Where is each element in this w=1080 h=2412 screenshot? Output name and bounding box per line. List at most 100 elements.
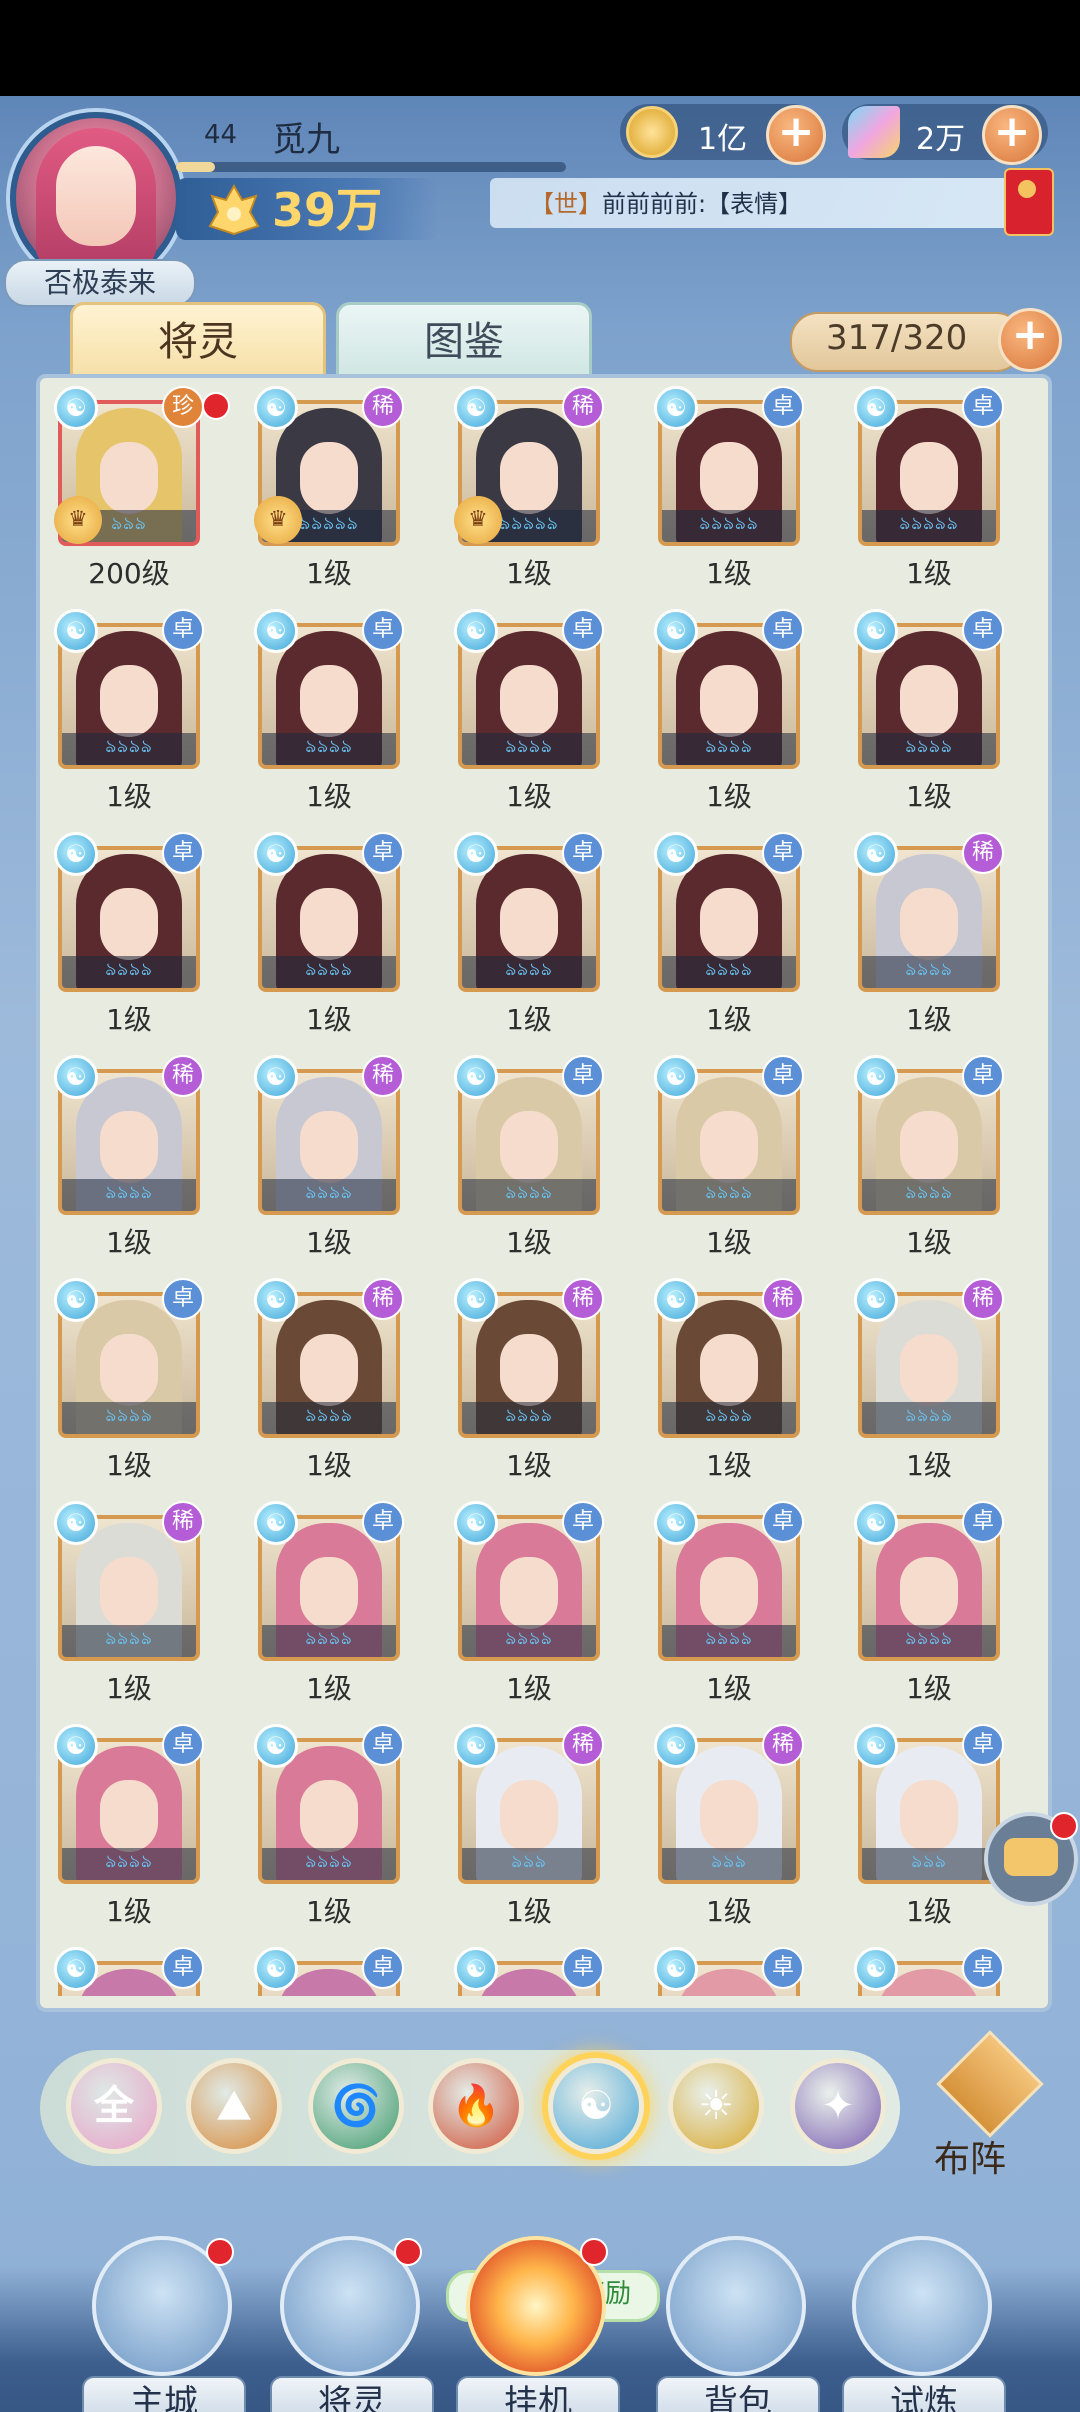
xp-bar: [176, 162, 566, 172]
filter-water-button[interactable]: ☯: [548, 2058, 644, 2154]
spirit-card[interactable]: ঌঌঌঌ ☯ 卓 1级: [54, 832, 204, 1042]
formation-button-label[interactable]: 布阵: [934, 2130, 1006, 2182]
water-element-icon: ☯: [654, 1724, 698, 1768]
portrait-face: [100, 1557, 158, 1629]
portrait-face: [300, 665, 358, 737]
rarity-badge: 卓: [962, 609, 1004, 651]
game-screen: 否极泰来 44 觅九 39万 1亿 + 2万 + 【世】前前前前:【表情】 将灵…: [0, 96, 1080, 2412]
spirit-card[interactable]: ☯ 卓: [254, 1947, 404, 1996]
spirit-card[interactable]: ঌঌঌ ☯ 稀 1级: [454, 1724, 604, 1934]
nav-spirits[interactable]: 将灵: [270, 2236, 434, 2412]
portrait-face: [500, 888, 558, 960]
spirit-card[interactable]: ঌঌঌঌ ☯ 卓 1级: [454, 832, 604, 1042]
spirit-card[interactable]: ঌঌঌঌ ☯ 卓 1级: [854, 1501, 1004, 1711]
rarity-badge: 稀: [562, 386, 604, 428]
spirit-card[interactable]: ঌঌঌঌ ☯ 卓 1级: [654, 832, 804, 1042]
spirit-level: 1级: [906, 1003, 952, 1036]
spirit-card[interactable]: ঌঌঌঌ ☯ 卓 1级: [54, 1278, 204, 1488]
rarity-badge: 卓: [762, 1947, 804, 1989]
spirit-card[interactable]: ঌঌঌঌ ☯ 稀 1级: [54, 1501, 204, 1711]
rarity-badge: 卓: [162, 832, 204, 874]
water-element-icon: ☯: [654, 1947, 698, 1991]
spirit-card[interactable]: ঌঌঌঌ ☯ 稀 1级: [854, 1278, 1004, 1488]
nav-trial[interactable]: 试炼: [842, 2236, 1006, 2412]
portrait-face: [500, 665, 558, 737]
spirit-card[interactable]: ঌঌঌঌঌ ☯ 卓 1级: [854, 386, 1004, 596]
spirit-card[interactable]: ঌঌঌঌ ☯ 卓 1级: [254, 609, 404, 819]
spirit-card[interactable]: ঌঌঌঌঌ ☯ 卓 1级: [654, 386, 804, 596]
spirit-card[interactable]: ঌঌঌঌ ☯ 卓 1级: [254, 1724, 404, 1934]
expand-inventory-button[interactable]: +: [998, 308, 1062, 372]
add-gold-button[interactable]: +: [766, 105, 826, 165]
spirit-card[interactable]: ☯ 卓: [54, 1947, 204, 1996]
formation-flag-icon[interactable]: [936, 2030, 1044, 2138]
spirit-level: 1级: [306, 780, 352, 813]
spirit-card[interactable]: ঌঌঌঌঌ ☯ 稀 ♛ 1级: [454, 386, 604, 596]
spirit-card[interactable]: ঌঌঌঌ ☯ 稀 1级: [54, 1055, 204, 1265]
spirit-card[interactable]: ☯ 卓: [654, 1947, 804, 1996]
spirit-card[interactable]: ঌঌঌ ☯ 稀 1级: [654, 1724, 804, 1934]
portrait-face: [700, 1111, 758, 1183]
tab-codex[interactable]: 图鉴: [336, 302, 592, 382]
spirit-level: 1级: [706, 780, 752, 813]
rarity-badge: 卓: [962, 386, 1004, 428]
portrait-face: [700, 1557, 758, 1629]
portrait-face: [300, 1111, 358, 1183]
spirit-card[interactable]: ঌঌঌঌ ☯ 稀 1级: [454, 1278, 604, 1488]
spirit-level: 1级: [506, 557, 552, 590]
spirit-card[interactable]: ঌঌঌঌ ☯ 卓 1级: [854, 1055, 1004, 1265]
spirit-card[interactable]: ঌঌঌঌ ☯ 卓 1级: [654, 1501, 804, 1711]
spirit-card[interactable]: ঌঌঌঌ ☯ 卓 1级: [54, 1724, 204, 1934]
awakening-stars: ঌঌঌঌ: [905, 959, 953, 980]
tab-spirits[interactable]: 将灵: [70, 302, 326, 382]
spirit-card[interactable]: ঌঌঌঌ ☯ 卓 1级: [254, 832, 404, 1042]
filter-wind-button[interactable]: 🌀: [308, 2058, 404, 2154]
spirit-card[interactable]: ঌঌঌঌ ☯ 卓 1级: [654, 609, 804, 819]
spirit-card[interactable]: ঌঌঌঌঌ ☯ 稀 ♛ 1级: [254, 386, 404, 596]
spirit-card[interactable]: ঌঌঌঌ ☯ 卓 1级: [454, 1055, 604, 1265]
red-packet-icon[interactable]: [1004, 168, 1054, 236]
spirit-card[interactable]: ঌঌঌ ☯ 珍 ♛ 200级: [54, 386, 230, 596]
spirit-card[interactable]: ঌঌঌ ☯ 卓 1级: [854, 1724, 1004, 1934]
spirit-card[interactable]: ঌঌঌঌ ☯ 卓 1级: [54, 609, 204, 819]
water-element-icon: ☯: [854, 832, 898, 876]
spirit-card[interactable]: ঌঌঌঌ ☯ 卓 1级: [454, 609, 604, 819]
spirit-level: 1级: [906, 1672, 952, 1705]
spirit-card[interactable]: ☯ 卓: [454, 1947, 604, 1996]
filter-mountain-button[interactable]: ⛰: [186, 2058, 282, 2154]
awakening-stars: ঌঌঌঌ: [705, 959, 753, 980]
spirit-card[interactable]: ঌঌঌঌ ☯ 卓 1级: [454, 1501, 604, 1711]
portrait-face: [500, 1111, 558, 1183]
status-bar: [0, 0, 1080, 96]
spirit-card[interactable]: ঌঌঌঌ ☯ 卓 1级: [654, 1055, 804, 1265]
nav-idle[interactable]: 挂机: [456, 2236, 620, 2412]
spirit-card[interactable]: ঌঌঌঌ ☯ 卓 1级: [254, 1501, 404, 1711]
spirit-level: 1级: [106, 1003, 152, 1036]
nav-main_city[interactable]: 主城: [82, 2236, 246, 2412]
chat-bubble-button[interactable]: [984, 1812, 1078, 1906]
awakening-stars: ঌঌঌঌ: [705, 1628, 753, 1649]
filter-all-button[interactable]: 全: [66, 2058, 162, 2154]
spirit-card[interactable]: ঌঌঌঌ ☯ 稀 1级: [654, 1278, 804, 1488]
rarity-badge: 卓: [562, 832, 604, 874]
water-element-icon: ☯: [454, 1724, 498, 1768]
spirit-card[interactable]: ঌঌঌঌ ☯ 稀 1级: [854, 832, 1004, 1042]
spirit-card[interactable]: ঌঌঌঌ ☯ 稀 1级: [254, 1055, 404, 1265]
spirit-card[interactable]: ☯ 卓: [854, 1947, 1004, 1996]
spirit-level: 1级: [506, 1226, 552, 1259]
add-gems-button[interactable]: +: [982, 105, 1042, 165]
spirit-card[interactable]: ঌঌঌঌ ☯ 稀 1级: [254, 1278, 404, 1488]
spirit-card[interactable]: ঌঌঌঌ ☯ 卓 1级: [854, 609, 1004, 819]
nav-bag[interactable]: 背包: [656, 2236, 820, 2412]
rarity-badge: 稀: [362, 1278, 404, 1320]
portrait-face: [300, 888, 358, 960]
filter-light-button[interactable]: ☀: [668, 2058, 764, 2154]
notification-dot: [202, 392, 230, 420]
portrait-face: [700, 442, 758, 514]
awakening-stars: ঌঌঌঌ: [505, 1405, 553, 1426]
power-icon: [208, 183, 260, 236]
portrait-face: [100, 1111, 158, 1183]
rarity-badge: 卓: [762, 832, 804, 874]
filter-dark-button[interactable]: ✦: [790, 2058, 886, 2154]
filter-fire-button[interactable]: 🔥: [428, 2058, 524, 2154]
